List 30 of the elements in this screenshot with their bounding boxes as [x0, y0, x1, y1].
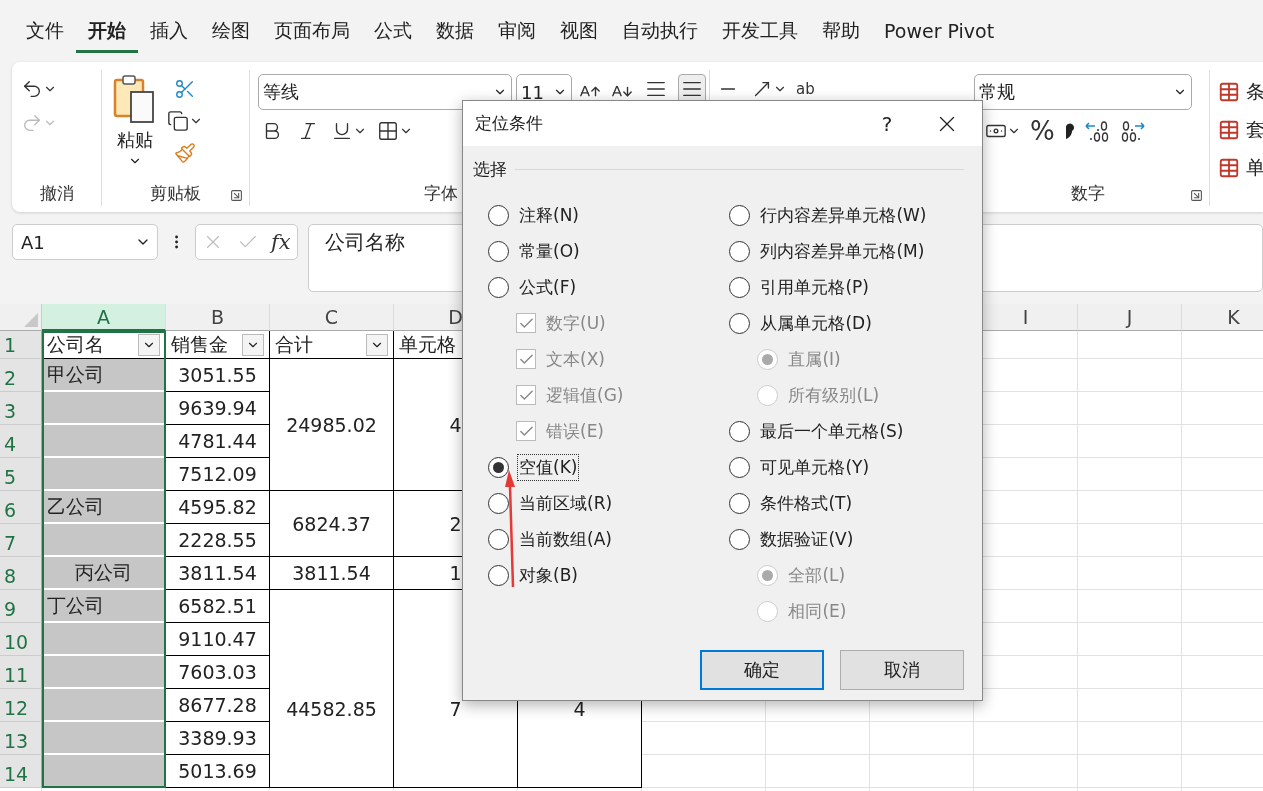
table-cell: 6582.51	[166, 590, 270, 623]
group-label: 字体	[424, 181, 458, 205]
group-label: 剪贴板	[150, 181, 201, 205]
table-cell: 9639.94	[166, 392, 270, 425]
table-cell: 甲公司	[42, 359, 166, 392]
table-cell: 7512.09	[166, 458, 270, 491]
table-cell: 乙公司	[42, 491, 166, 524]
table-cell: 丁公司	[42, 590, 166, 623]
table-cell: 6824.37	[270, 491, 394, 557]
cell-text: 公司名	[47, 331, 104, 357]
table-cell: 丙公司	[42, 557, 166, 590]
table-cell: 4595.82	[166, 491, 270, 524]
table-cell: 2228.55	[166, 524, 270, 557]
table-cell: 5013.69	[166, 755, 270, 788]
table-cell: 44582.85	[270, 590, 394, 788]
cell-text: 销售金	[171, 331, 228, 357]
table-cell: 3051.55	[166, 359, 270, 392]
table-cell: 3811.54	[166, 557, 270, 590]
group-label: 数字	[1070, 181, 1105, 205]
table-cell: 8677.28	[166, 689, 270, 722]
cell-text: 合计	[275, 331, 313, 357]
group-label: 撤消	[39, 181, 74, 205]
table-cell: 9110.47	[166, 623, 270, 656]
table-cell: 7603.03	[166, 656, 270, 689]
table-cell: 3811.54	[270, 557, 394, 590]
dialog-title: 定位条件	[475, 112, 544, 135]
group-title: 选择	[473, 158, 507, 181]
table-cell: 4781.44	[166, 425, 270, 458]
table-cell: 24985.02	[270, 359, 394, 491]
table-cell: 3389.93	[166, 722, 270, 755]
